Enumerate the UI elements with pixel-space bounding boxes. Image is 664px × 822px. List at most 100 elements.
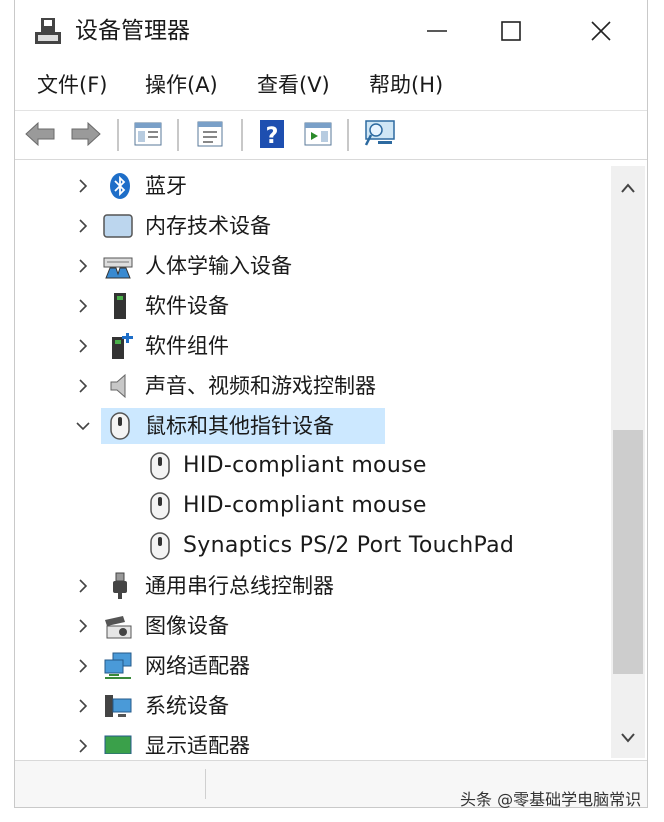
device-tree[interactable]: 蓝牙 内存技术设备 人体学输入设备 软件设备 软件组件 声音、视频和游戏控制器 — [19, 166, 609, 754]
tree-item-hid[interactable]: 人体学输入设备 — [19, 246, 609, 286]
camera-icon — [105, 616, 132, 639]
expand-chevron-icon[interactable] — [71, 294, 95, 318]
view-resources-button[interactable] — [301, 117, 335, 151]
tree-item-usb-controllers[interactable]: 通用串行总线控制器 — [19, 566, 609, 606]
scroll-up-button[interactable] — [611, 168, 645, 208]
toolbar-separator — [241, 119, 243, 151]
memory-device-icon — [103, 214, 133, 238]
help-button[interactable]: ? — [255, 117, 289, 151]
status-divider — [205, 769, 206, 799]
software-device-icon — [114, 293, 126, 319]
window-title: 设备管理器 — [75, 18, 190, 44]
collapse-chevron-icon[interactable] — [71, 414, 95, 438]
expand-chevron-icon[interactable] — [71, 174, 95, 198]
toolbar-separator — [177, 119, 179, 151]
tree-item-label: Synaptics PS/2 Port TouchPad — [183, 533, 515, 558]
expand-chevron-icon[interactable] — [71, 734, 95, 754]
expand-chevron-icon[interactable] — [71, 254, 95, 278]
expand-chevron-icon[interactable] — [71, 374, 95, 398]
minimize-button[interactable] — [407, 8, 467, 54]
minimize-icon — [427, 30, 447, 32]
back-button[interactable] — [23, 117, 57, 151]
view-resources-icon — [304, 122, 332, 146]
tree-item-label: 软件组件 — [145, 334, 229, 358]
tree-item-label: 蓝牙 — [145, 174, 187, 198]
expand-chevron-icon[interactable] — [71, 614, 95, 638]
menu-file[interactable]: 文件(F) — [33, 68, 111, 102]
tree-item-label: 通用串行总线控制器 — [145, 574, 334, 598]
toolbar-separator — [347, 119, 349, 151]
tree-item-bluetooth[interactable]: 蓝牙 — [19, 166, 609, 206]
forward-icon — [71, 121, 101, 147]
tree-item-software-devices[interactable]: 软件设备 — [19, 286, 609, 326]
help-icon: ? — [260, 120, 284, 149]
watermark: 头条 @零基础学电脑常识 — [460, 790, 642, 809]
show-hide-tree-button[interactable] — [131, 117, 165, 151]
forward-button[interactable] — [69, 117, 103, 151]
tree-item-memory-devices[interactable]: 内存技术设备 — [19, 206, 609, 246]
tree-item-label: 内存技术设备 — [145, 214, 271, 238]
mouse-icon — [150, 452, 170, 480]
tree-child-synaptics-touchpad[interactable]: Synaptics PS/2 Port TouchPad — [19, 526, 609, 566]
tree-item-system-devices[interactable]: 系统设备 — [19, 686, 609, 726]
tree-item-sound-video-game[interactable]: 声音、视频和游戏控制器 — [19, 366, 609, 406]
tree-item-label: HID-compliant mouse — [183, 453, 427, 478]
mouse-icon — [150, 532, 170, 560]
speaker-icon — [110, 373, 126, 399]
maximize-button[interactable] — [481, 8, 541, 54]
tree-child-hid-mouse-2[interactable]: HID-compliant mouse — [19, 486, 609, 526]
properties-icon — [197, 121, 223, 147]
tree-item-label: 人体学输入设备 — [145, 254, 292, 278]
tree-item-label: 系统设备 — [145, 694, 229, 718]
menu-bar: 文件(F) 操作(A) 查看(V) 帮助(H) — [15, 62, 647, 108]
tree-item-label: 鼠标和其他指针设备 — [145, 414, 334, 438]
properties-button[interactable] — [193, 117, 227, 151]
show-hide-tree-icon — [134, 122, 162, 146]
tree-item-display-adapters[interactable]: 显示适配器 — [19, 726, 609, 754]
close-button[interactable] — [571, 8, 631, 54]
vertical-scrollbar[interactable] — [611, 166, 645, 758]
expand-chevron-icon[interactable] — [71, 654, 95, 678]
display-icon — [104, 735, 132, 754]
tree-item-network-adapters[interactable]: 网络适配器 — [19, 646, 609, 686]
tree-item-label: HID-compliant mouse — [183, 493, 427, 518]
title-bar[interactable]: 设备管理器 — [15, 0, 647, 62]
scroll-down-button[interactable] — [611, 718, 645, 758]
menu-help[interactable]: 帮助(H) — [365, 68, 447, 102]
bluetooth-icon — [110, 173, 130, 199]
toolbar: ? — [15, 110, 647, 160]
system-device-icon — [105, 695, 132, 717]
back-icon — [25, 121, 55, 147]
tree-item-mice-selected[interactable]: 鼠标和其他指针设备 — [19, 406, 609, 446]
scan-hardware-button[interactable] — [363, 117, 397, 151]
tree-item-imaging-devices[interactable]: 图像设备 — [19, 606, 609, 646]
tree-item-label: 图像设备 — [145, 614, 229, 638]
expand-chevron-icon[interactable] — [71, 334, 95, 358]
svg-text:?: ? — [266, 124, 279, 149]
network-icon — [104, 652, 132, 679]
device-manager-app-icon — [35, 18, 61, 44]
expand-chevron-icon[interactable] — [71, 574, 95, 598]
tree-item-software-components[interactable]: 软件组件 — [19, 326, 609, 366]
maximize-icon — [501, 21, 521, 41]
close-icon — [591, 21, 611, 41]
chevron-down-icon — [621, 733, 635, 743]
tree-item-label: 网络适配器 — [145, 654, 250, 678]
expand-chevron-icon[interactable] — [71, 694, 95, 718]
menu-view[interactable]: 查看(V) — [253, 68, 334, 102]
software-component-icon — [112, 333, 133, 359]
mouse-icon — [150, 492, 170, 520]
mouse-icon — [110, 412, 130, 440]
scrollbar-thumb[interactable] — [613, 430, 643, 674]
scan-hardware-icon — [364, 120, 395, 146]
menu-action[interactable]: 操作(A) — [141, 68, 222, 102]
usb-icon — [113, 572, 127, 599]
tree-item-label: 显示适配器 — [145, 734, 250, 754]
chevron-up-icon — [621, 183, 635, 193]
toolbar-separator — [117, 119, 119, 151]
expand-chevron-icon[interactable] — [71, 214, 95, 238]
tree-item-label: 软件设备 — [145, 294, 229, 318]
tree-child-hid-mouse-1[interactable]: HID-compliant mouse — [19, 446, 609, 486]
hid-icon — [103, 257, 133, 279]
tree-item-label: 声音、视频和游戏控制器 — [145, 374, 376, 398]
